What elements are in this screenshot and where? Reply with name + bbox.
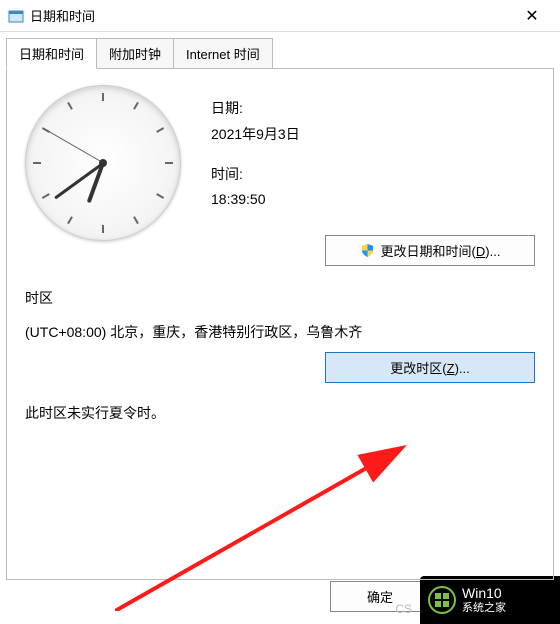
ok-button[interactable]: 确定	[330, 581, 430, 612]
close-icon: ✕	[525, 6, 538, 26]
time-value: 18:39:50	[211, 188, 300, 212]
watermark-logo-icon	[428, 586, 456, 614]
change-datetime-label: 更改日期和时间(D)...	[381, 241, 501, 260]
watermark-cs: CS	[395, 602, 412, 616]
tab-additional-clocks[interactable]: 附加时钟	[96, 38, 174, 69]
window-icon	[8, 8, 24, 24]
tab-strip: 日期和时间 附加时钟 Internet 时间	[6, 38, 560, 69]
change-timezone-button[interactable]: 更改时区(Z)...	[325, 352, 535, 383]
analog-clock	[25, 85, 181, 241]
change-timezone-label: 更改时区(Z)...	[390, 358, 469, 377]
date-value: 2021年9月3日	[211, 123, 300, 147]
close-button[interactable]: ✕	[512, 2, 552, 30]
timezone-heading: 时区	[25, 288, 535, 308]
window-title: 日期和时间	[30, 6, 512, 25]
timezone-section: 时区 (UTC+08:00) 北京，重庆，香港特别行政区，乌鲁木齐 更改时区(Z…	[25, 288, 535, 423]
tab-panel: 日期: 2021年9月3日 时间: 18:39:50 更改日期和时间(D)...…	[6, 68, 554, 580]
clock-second-hand	[46, 130, 103, 163]
watermark-line2: 系统之家	[462, 602, 506, 615]
tab-datetime[interactable]: 日期和时间	[6, 38, 97, 69]
site-watermark: Win10 系统之家	[420, 576, 560, 624]
datetime-info: 日期: 2021年9月3日 时间: 18:39:50	[211, 85, 300, 241]
timezone-value: (UTC+08:00) 北京，重庆，香港特别行政区，乌鲁木齐	[25, 322, 535, 342]
tab-internet-time[interactable]: Internet 时间	[173, 38, 273, 69]
time-label: 时间:	[211, 163, 300, 187]
date-label: 日期:	[211, 97, 300, 121]
uac-shield-icon	[360, 243, 375, 258]
dst-note: 此时区未实行夏令时。	[25, 403, 535, 423]
titlebar: 日期和时间 ✕	[0, 0, 560, 32]
change-datetime-button[interactable]: 更改日期和时间(D)...	[325, 235, 535, 266]
datetime-row: 日期: 2021年9月3日 时间: 18:39:50	[25, 85, 535, 241]
watermark-line1: Win10	[462, 585, 506, 602]
